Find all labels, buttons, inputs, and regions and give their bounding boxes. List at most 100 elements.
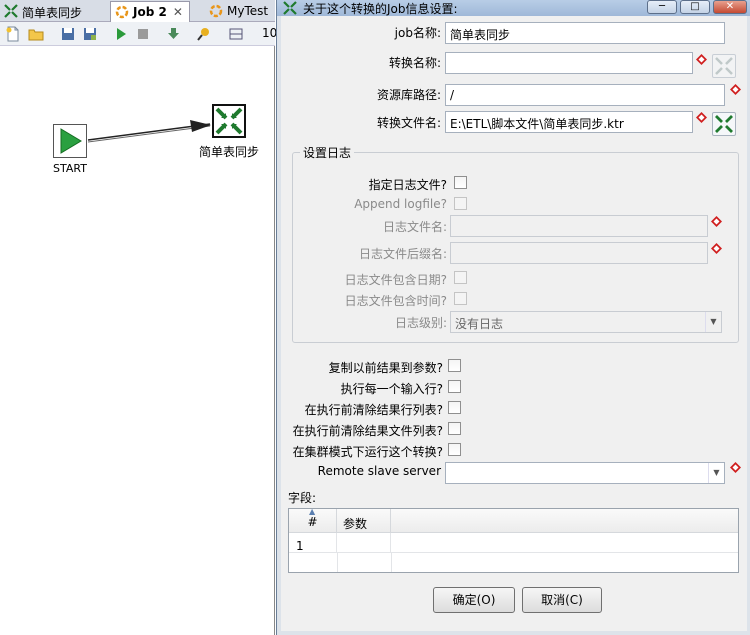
fields-table[interactable]: # ▲ 参数 1: [288, 507, 739, 573]
run-icon[interactable]: [113, 26, 129, 42]
stop-icon[interactable]: [135, 26, 151, 42]
dialog-body: job名称: 简单表同步 转换名称: 资源库路径: / 转换文件名: E:\ET…: [281, 16, 747, 631]
layout-icon[interactable]: [228, 26, 244, 42]
grid-line: [391, 553, 392, 572]
remote-slave-select[interactable]: ▼: [445, 462, 725, 484]
transformation-icon: [4, 4, 18, 18]
inspect-icon[interactable]: [196, 26, 212, 42]
column-header-param[interactable]: 参数: [337, 509, 391, 533]
exec-each-row-label: 执行每一个输入行?: [340, 382, 443, 396]
log-file-name-input[interactable]: [450, 215, 708, 237]
variable-icon[interactable]: [711, 216, 722, 227]
transformation-icon: [715, 115, 733, 133]
log-file-ext-label: 日志文件后缀名:: [358, 247, 447, 261]
variable-icon[interactable]: [711, 243, 722, 254]
repo-path-input[interactable]: /: [445, 84, 725, 106]
log-level-label: 日志级别:: [394, 316, 447, 330]
clear-result-files-checkbox[interactable]: [448, 422, 461, 435]
column-header-number[interactable]: # ▲: [289, 507, 337, 533]
browse-repository-button[interactable]: [712, 54, 736, 78]
clear-result-files-label: 在执行前清除结果文件列表?: [292, 424, 443, 438]
table-cell-filler: [391, 533, 738, 553]
close-button[interactable]: ✕: [713, 0, 747, 14]
column-header-filler: [391, 509, 738, 533]
minimize-button[interactable]: ─: [647, 0, 677, 14]
job-icon: [209, 4, 223, 18]
start-icon: [60, 128, 82, 154]
tab-label: MyTest: [227, 4, 269, 18]
open-folder-icon[interactable]: [28, 26, 44, 42]
transformation-icon: [215, 107, 243, 135]
browse-file-button[interactable]: [712, 112, 736, 136]
transform-file-input[interactable]: E:\ETL\脚本文件\简单表同步.ktr: [445, 111, 693, 133]
exec-each-row-checkbox[interactable]: [448, 380, 461, 393]
tab-mytest[interactable]: MyTest: [205, 1, 274, 22]
sort-icon: ▲: [309, 507, 316, 516]
job-name-label: job名称:: [394, 26, 441, 40]
transform-file-label: 转换文件名:: [376, 116, 441, 130]
log-group-title: 设置日志: [300, 144, 355, 161]
include-time-checkbox[interactable]: [454, 292, 467, 305]
log-level-value: 没有日志: [455, 317, 504, 331]
log-file-name-label: 日志文件名:: [382, 220, 447, 234]
job-name-input[interactable]: 简单表同步: [445, 22, 725, 44]
zoom-label[interactable]: 10: [262, 26, 277, 40]
start-node-label: START: [53, 162, 87, 175]
ok-button[interactable]: 确定(O): [433, 587, 515, 613]
chevron-down-icon: ▼: [705, 312, 721, 332]
clear-result-rows-label: 在执行前清除结果行列表?: [304, 403, 443, 417]
editor-toolbar: 10: [0, 22, 277, 46]
specify-log-file-label: 指定日志文件?: [368, 178, 447, 192]
dialog-titlebar[interactable]: 关于这个转换的Job信息设置: ─ □ ✕: [277, 0, 750, 16]
append-logfile-label: Append logfile?: [354, 197, 447, 211]
tab-simple-table-sync[interactable]: 简单表同步: [0, 1, 88, 22]
specify-log-file-checkbox[interactable]: [454, 176, 467, 189]
tab-job2[interactable]: Job 2 ✕: [110, 1, 190, 22]
start-node[interactable]: [53, 124, 87, 158]
tab-label: Job 2: [133, 5, 167, 19]
job-canvas[interactable]: START 简单表同步: [0, 46, 275, 635]
cancel-button[interactable]: 取消(C): [522, 587, 602, 613]
dialog-title: 关于这个转换的Job信息设置:: [303, 2, 458, 16]
fields-label: 字段:: [288, 491, 317, 505]
transformation-icon: [715, 57, 733, 75]
close-icon[interactable]: ✕: [173, 5, 183, 19]
clear-result-rows-checkbox[interactable]: [448, 401, 461, 414]
variable-icon[interactable]: [696, 54, 707, 65]
step-icon[interactable]: [166, 26, 182, 42]
new-file-icon[interactable]: [5, 26, 21, 42]
table-cell-param[interactable]: [337, 533, 391, 553]
column-header-label: 参数: [343, 517, 368, 531]
job-entry-dialog: 关于这个转换的Job信息设置: ─ □ ✕ job名称: 简单表同步 转换名称:…: [276, 0, 750, 635]
copy-prev-results-checkbox[interactable]: [448, 359, 461, 372]
column-header-label: #: [307, 515, 318, 529]
log-file-ext-input[interactable]: [450, 242, 708, 264]
include-date-label: 日志文件包含日期?: [344, 273, 447, 287]
maximize-button[interactable]: □: [680, 0, 710, 14]
variable-icon[interactable]: [730, 84, 741, 95]
variable-icon[interactable]: [696, 112, 707, 123]
job-icon: [115, 5, 129, 19]
save-as-icon[interactable]: [82, 26, 98, 42]
chevron-down-icon: ▼: [708, 463, 724, 483]
remote-slave-label: Remote slave server: [317, 464, 441, 478]
include-date-checkbox[interactable]: [454, 271, 467, 284]
tab-label: 简单表同步: [22, 6, 83, 20]
append-logfile-checkbox[interactable]: [454, 197, 467, 210]
cluster-mode-checkbox[interactable]: [448, 443, 461, 456]
transform-name-input[interactable]: [445, 52, 693, 74]
save-icon[interactable]: [60, 26, 76, 42]
transform-node[interactable]: [212, 104, 246, 138]
log-level-select[interactable]: 没有日志 ▼: [450, 311, 722, 333]
cluster-mode-label: 在集群模式下运行这个转换?: [292, 445, 443, 459]
repo-path-label: 资源库路径:: [376, 88, 441, 102]
variable-icon[interactable]: [730, 462, 741, 473]
editor-tab-bar: 简单表同步 Job 2 ✕ MyTest: [0, 0, 275, 22]
grid-line: [337, 553, 338, 572]
transformation-icon: [283, 1, 297, 15]
include-time-label: 日志文件包含时间?: [344, 294, 447, 308]
transform-name-label: 转换名称:: [388, 56, 441, 70]
transform-node-label: 简单表同步: [199, 145, 260, 159]
copy-prev-results-label: 复制以前结果到参数?: [328, 361, 443, 375]
table-row-number[interactable]: 1: [289, 533, 337, 553]
